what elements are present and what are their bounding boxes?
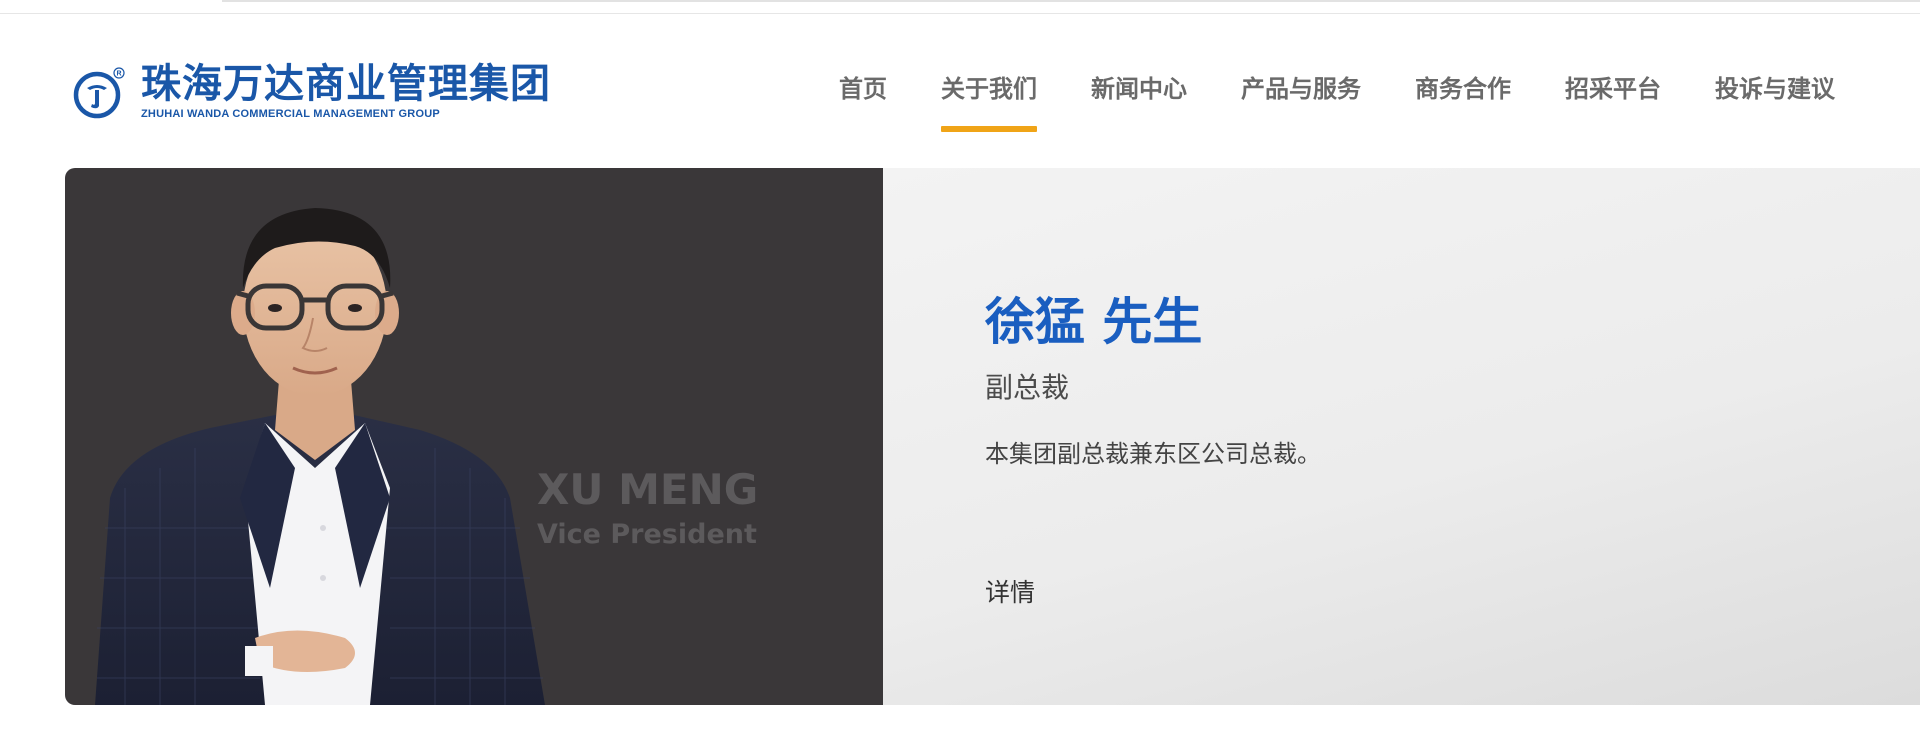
nav-item-news[interactable]: 新闻中心 — [1064, 72, 1214, 132]
executive-name: 徐猛 先生 — [985, 293, 1203, 351]
top-scroll-strip — [222, 0, 1920, 2]
top-border — [0, 0, 1920, 14]
svg-text:R: R — [116, 71, 121, 78]
nav-item-home[interactable]: 首页 — [812, 72, 914, 132]
executive-portrait-image — [95, 208, 545, 705]
company-logo[interactable]: R 珠海万达商业管理集团 ZHUHAI WANDA COMMERCIAL MAN… — [73, 62, 583, 126]
nav-item-procurement[interactable]: 招采平台 — [1538, 72, 1688, 132]
photo-overlay-name: XU MENG — [537, 465, 759, 514]
executive-info-panel: 徐猛 先生 副总裁 本集团副总裁兼东区公司总裁。 详情 — [883, 168, 1920, 705]
executive-description: 本集团副总裁兼东区公司总裁。 — [985, 440, 1321, 468]
logo-text: 珠海万达商业管理集团 ZHUHAI WANDA COMMERCIAL MANAG… — [141, 62, 551, 120]
logo-name-cn: 珠海万达商业管理集团 — [141, 61, 551, 107]
nav-item-about-us[interactable]: 关于我们 — [914, 72, 1064, 132]
details-link[interactable]: 详情 — [985, 576, 1035, 610]
executive-role: 副总裁 — [985, 371, 1070, 404]
main-nav: 首页 关于我们 新闻中心 产品与服务 商务合作 招采平台 投诉与建议 — [812, 72, 1862, 132]
executive-profile-card: XU MENG Vice President 徐猛 先生 副总裁 本集团副总裁兼… — [65, 168, 1920, 705]
photo-overlay-title: Vice President — [537, 519, 757, 550]
nav-item-products-services[interactable]: 产品与服务 — [1214, 72, 1388, 132]
executive-photo-panel: XU MENG Vice President — [65, 168, 883, 705]
logo-name-en: ZHUHAI WANDA COMMERCIAL MANAGEMENT GROUP — [141, 108, 440, 120]
nav-item-business-cooperation[interactable]: 商务合作 — [1388, 72, 1538, 132]
nav-item-complaints[interactable]: 投诉与建议 — [1688, 72, 1862, 132]
wanda-logo-icon: R — [73, 67, 125, 119]
site-header: R 珠海万达商业管理集团 ZHUHAI WANDA COMMERCIAL MAN… — [0, 14, 1920, 164]
